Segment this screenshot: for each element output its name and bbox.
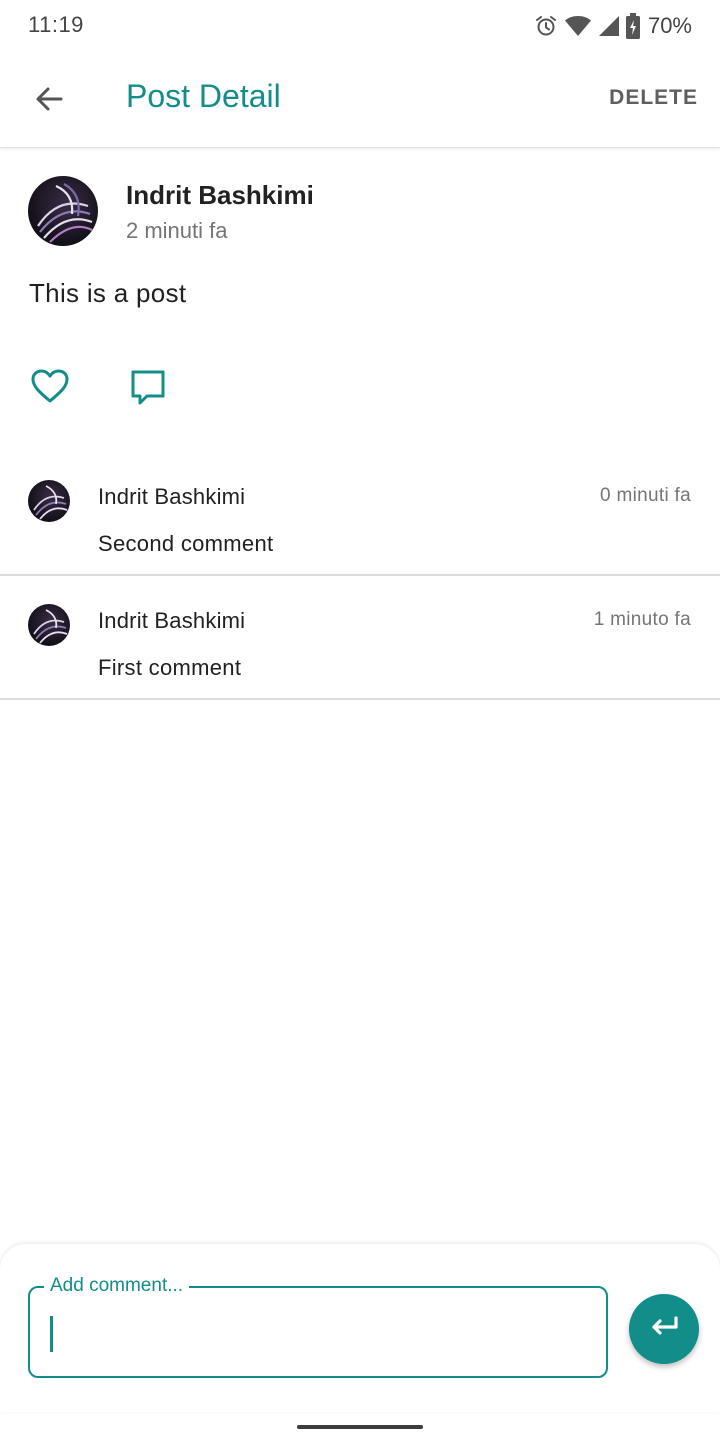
- arrow-back-icon: [33, 83, 65, 120]
- signal-icon: [598, 14, 620, 38]
- back-button[interactable]: [26, 78, 72, 124]
- comment-avatar[interactable]: [28, 480, 70, 522]
- comment-input-label: Add comment...: [44, 1273, 190, 1299]
- comment-list: Indrit Bashkimi 0 minuti fa Second comme…: [0, 452, 720, 700]
- avatar[interactable]: [28, 176, 98, 246]
- comment-timestamp: 0 minuti fa: [600, 485, 691, 506]
- post-timestamp: 2 minuti fa: [126, 218, 228, 243]
- comment-text: First comment: [98, 655, 242, 680]
- text-cursor: [50, 1316, 53, 1352]
- status-time: 11:19: [28, 12, 84, 37]
- status-bar: 11:19 70%: [0, 0, 720, 52]
- wifi-icon: [564, 14, 592, 38]
- like-button[interactable]: [26, 366, 74, 410]
- comment-author: Indrit Bashkimi: [98, 608, 246, 633]
- battery-charging-icon: [625, 13, 640, 39]
- keyboard-return-icon: [646, 1309, 682, 1350]
- comment-item: Indrit Bashkimi 1 minuto fa First commen…: [0, 576, 720, 700]
- comment-outline-icon: [128, 368, 168, 413]
- send-comment-button[interactable]: [629, 1294, 699, 1364]
- comment-timestamp: 1 minuto fa: [593, 609, 691, 630]
- comment-input[interactable]: Add comment...: [28, 1273, 608, 1378]
- comment-button[interactable]: [124, 366, 172, 414]
- gesture-nav-handle[interactable]: [297, 1425, 423, 1429]
- comment-item: Indrit Bashkimi 0 minuti fa Second comme…: [0, 452, 720, 576]
- comment-author: Indrit Bashkimi: [98, 484, 246, 509]
- comment-avatar[interactable]: [28, 604, 70, 646]
- post-author-name[interactable]: Indrit Bashkimi: [126, 180, 314, 211]
- app-bar: Post Detail DELETE: [0, 52, 720, 148]
- heart-outline-icon: [30, 368, 70, 409]
- comment-text: Second comment: [98, 531, 274, 556]
- alarm-icon: [534, 14, 558, 38]
- delete-button[interactable]: DELETE: [609, 86, 698, 110]
- battery-percent: 70%: [647, 13, 692, 38]
- page-title: Post Detail: [126, 78, 281, 114]
- comment-composer: Add comment...: [0, 1244, 720, 1412]
- post-body: This is a post: [29, 278, 187, 308]
- status-icons: 70%: [534, 12, 692, 40]
